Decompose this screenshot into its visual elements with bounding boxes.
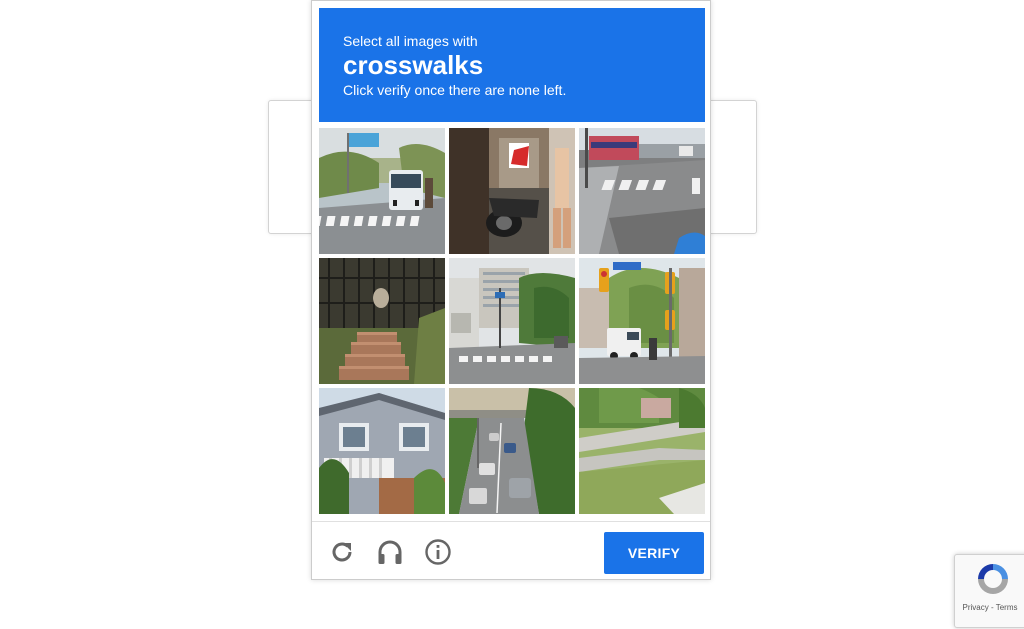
- info-icon[interactable]: [424, 538, 452, 566]
- image-tile-9[interactable]: [579, 388, 705, 514]
- image-tile-6[interactable]: [579, 258, 705, 384]
- challenge-footer: VERIFY: [312, 521, 710, 580]
- tile-1-image: [319, 128, 445, 254]
- tile-7-image: [319, 388, 445, 514]
- tile-3-image: [579, 128, 705, 254]
- headphones-icon[interactable]: [376, 538, 404, 566]
- image-tile-4[interactable]: [319, 258, 445, 384]
- image-tile-1[interactable]: [319, 128, 445, 254]
- privacy-terms-links[interactable]: Privacy - Terms: [955, 603, 1024, 612]
- recaptcha-challenge: Select all images with crosswalks Click …: [311, 0, 711, 580]
- image-tile-5[interactable]: [449, 258, 575, 384]
- recaptcha-logo-icon: [978, 564, 1008, 594]
- image-tile-7[interactable]: [319, 388, 445, 514]
- image-tile-2[interactable]: [449, 128, 575, 254]
- reload-icon[interactable]: [328, 538, 356, 566]
- tile-8-image: [449, 388, 575, 514]
- sub-instruction-text: Click verify once there are none left.: [343, 82, 567, 98]
- tile-9-image: [579, 388, 705, 514]
- image-tile-8[interactable]: [449, 388, 575, 514]
- challenge-header: Select all images with crosswalks Click …: [319, 8, 705, 122]
- verify-button[interactable]: VERIFY: [604, 532, 704, 574]
- tile-2-image: [449, 128, 575, 254]
- tile-6-image: [579, 258, 705, 384]
- challenge-keyword: crosswalks: [343, 50, 484, 80]
- image-tile-3[interactable]: [579, 128, 705, 254]
- instruction-text: Select all images with: [343, 33, 478, 49]
- page: Select all images with crosswalks Click …: [0, 0, 1024, 629]
- recaptcha-badge[interactable]: Privacy - Terms: [954, 554, 1024, 628]
- image-grid: [319, 128, 705, 514]
- tile-5-image: [449, 258, 575, 384]
- tile-4-image: [319, 258, 445, 384]
